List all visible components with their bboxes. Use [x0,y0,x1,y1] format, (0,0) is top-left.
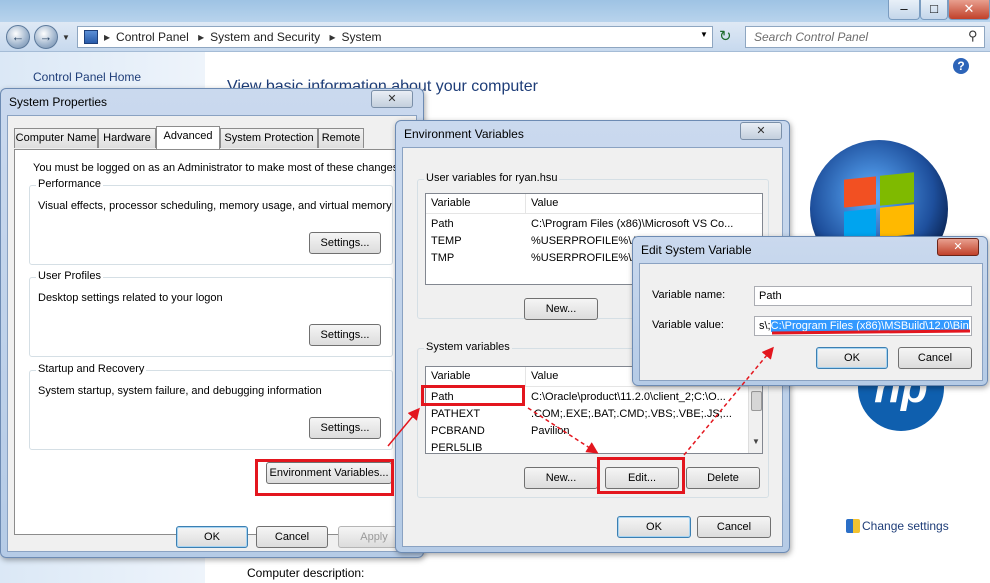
underline-value [771,329,971,335]
arrow-to-edit-button [527,407,599,454]
arrow-to-value-field [683,346,774,456]
annotation-arrows [387,329,971,456]
arrow-to-path-row [387,407,420,447]
